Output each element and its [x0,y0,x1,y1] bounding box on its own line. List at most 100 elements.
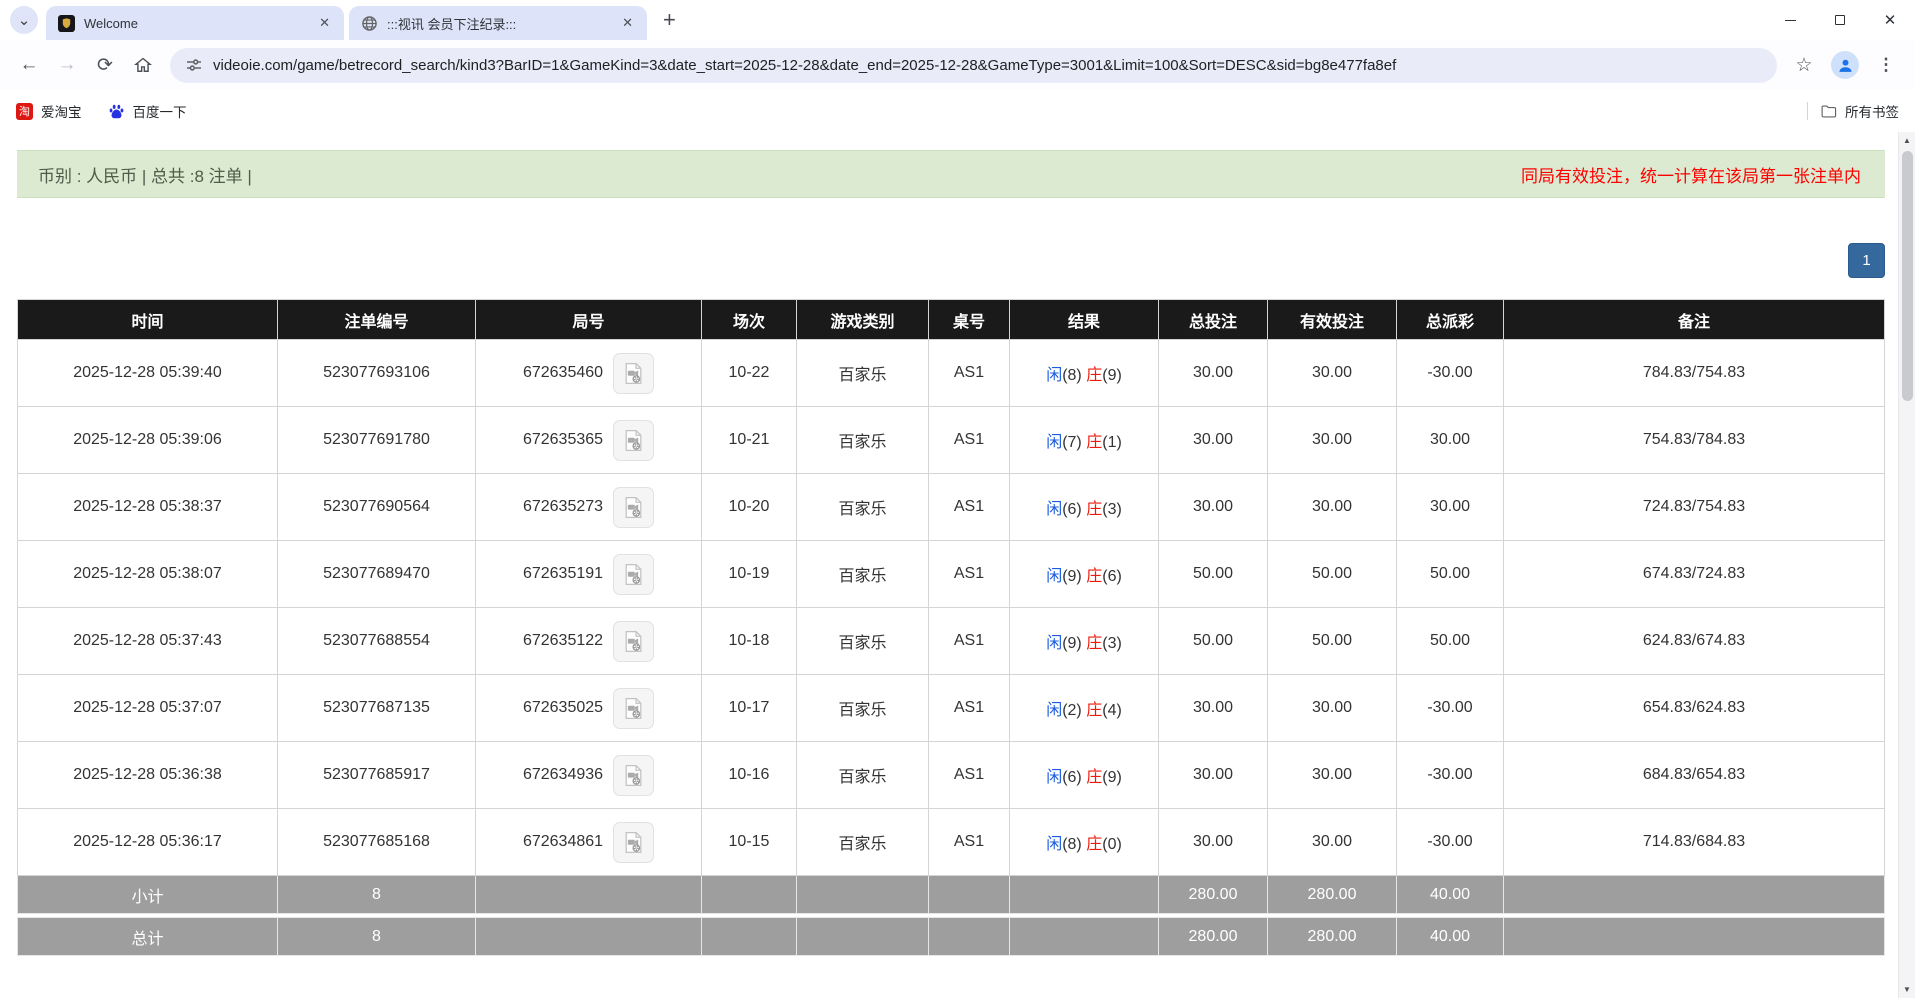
table-row: 2025-12-28 05:36:38523077685917672634936… [18,742,1885,809]
cell-payout: 50.00 [1397,541,1504,608]
column-header-total-bet: 总投注 [1159,300,1268,340]
minimize-icon [1785,20,1796,21]
notice-text: 同局有效投注，统一计算在该局第一张注单内 [1521,162,1861,187]
menu-icon[interactable]: ⋮ [1867,46,1905,84]
cell-table-no: AS1 [929,474,1010,541]
cell-remark: 714.83/684.83 [1504,809,1885,876]
cell-session: 10-19 [702,541,797,608]
cell-time: 2025-12-28 05:37:43 [18,608,278,675]
cell-game-type: 百家乐 [797,809,929,876]
table-body: 2025-12-28 05:39:40523077693106672635460… [18,340,1885,876]
bookmark-star-icon[interactable]: ☆ [1785,46,1823,84]
reload-button[interactable]: ⟳ [86,46,124,84]
cell-result: 闲(6) 庄(3) [1010,474,1159,541]
result-banker-label: 庄 [1086,501,1102,518]
cell-empty [1010,876,1159,914]
cell-empty [476,876,702,914]
bookmark-baidu[interactable]: 百度一下 [108,101,187,121]
subtotal-count: 8 [278,876,476,914]
result-player-label: 闲 [1046,702,1062,719]
video-replay-button[interactable] [613,487,654,528]
video-replay-button[interactable] [613,353,654,394]
forward-button[interactable]: → [48,46,86,84]
close-button[interactable]: ✕ [1865,0,1915,40]
video-replay-button[interactable] [613,554,654,595]
cell-result: 闲(2) 庄(4) [1010,675,1159,742]
page-content: 币别 : 人民币 | 总共 :8 注单 | 同局有效投注，统一计算在该局第一张注… [0,132,1915,998]
page-1-button[interactable]: 1 [1848,243,1885,278]
new-tab-button[interactable]: + [663,9,676,31]
cell-empty [929,918,1010,956]
cell-result: 闲(9) 庄(3) [1010,608,1159,675]
cell-round-id: 672635122 [476,608,702,675]
tab-search-button[interactable]: ⌄ [10,6,38,34]
tab-betrecord[interactable]: :::视讯 会员下注纪录::: ✕ [349,6,647,40]
table-row: 2025-12-28 05:37:07523077687135672635025… [18,675,1885,742]
cell-remark: 654.83/624.83 [1504,675,1885,742]
cell-payout: -30.00 [1397,742,1504,809]
home-button[interactable] [124,46,162,84]
cell-valid-bet: 30.00 [1268,742,1397,809]
cell-time: 2025-12-28 05:36:38 [18,742,278,809]
cell-session: 10-17 [702,675,797,742]
tab-welcome[interactable]: Welcome ✕ [46,6,344,40]
cell-payout: 30.00 [1397,474,1504,541]
cell-round-id: 672635025 [476,675,702,742]
cell-table-no: AS1 [929,809,1010,876]
profile-avatar[interactable] [1831,51,1859,79]
result-banker-score: (3) [1102,501,1122,518]
cell-payout: 50.00 [1397,608,1504,675]
column-header-bet-id: 注单编号 [278,300,476,340]
cell-round-id: 672635365 [476,407,702,474]
result-player-score: (2) [1062,702,1082,719]
column-header-valid-bet: 有效投注 [1268,300,1397,340]
table-row: 2025-12-28 05:37:43523077688554672635122… [18,608,1885,675]
result-banker-score: (0) [1102,836,1122,853]
welcome-favicon-icon [58,15,75,32]
back-button[interactable]: ← [10,46,48,84]
tab-close-icon[interactable]: ✕ [315,15,334,31]
cell-table-no: AS1 [929,742,1010,809]
table-row: 2025-12-28 05:38:37523077690564672635273… [18,474,1885,541]
chevron-down-icon: ⌄ [18,11,31,29]
column-header-session: 场次 [702,300,797,340]
url-text[interactable]: videoie.com/game/betrecord_search/kind3?… [213,57,1761,74]
scroll-up-arrow[interactable]: ▲ [1899,132,1915,149]
video-replay-button[interactable] [613,621,654,662]
cell-valid-bet: 30.00 [1268,340,1397,407]
all-bookmarks-button[interactable]: 所有书签 [1820,101,1899,121]
tab-close-icon[interactable]: ✕ [618,15,637,31]
video-replay-button[interactable] [613,688,654,729]
video-replay-button[interactable] [613,420,654,461]
bookmarks-bar: 淘 爱淘宝 百度一下 所有书签 [0,90,1915,132]
round-id-text: 672634936 [523,766,603,783]
video-replay-button[interactable] [613,755,654,796]
address-bar[interactable]: videoie.com/game/betrecord_search/kind3?… [170,48,1777,83]
cell-game-type: 百家乐 [797,340,929,407]
result-banker-score: (3) [1102,635,1122,652]
result-player-score: (8) [1062,367,1082,384]
round-id-text: 672635365 [523,431,603,448]
divider [1807,102,1808,120]
scroll-down-arrow[interactable]: ▼ [1899,981,1915,998]
bookmark-taobao[interactable]: 淘 爱淘宝 [16,101,82,121]
cell-total-bet: 50.00 [1159,608,1268,675]
scrollbar-thumb[interactable] [1902,151,1913,401]
cell-total-bet: 30.00 [1159,407,1268,474]
round-id-text: 672634861 [523,833,603,850]
video-replay-button[interactable] [613,822,654,863]
cell-round-id: 672634861 [476,809,702,876]
cell-remark: 684.83/654.83 [1504,742,1885,809]
result-banker-score: (4) [1102,702,1122,719]
table-row: 2025-12-28 05:39:40523077693106672635460… [18,340,1885,407]
scrollbar[interactable]: ▲ ▼ [1898,132,1915,998]
site-info-icon[interactable] [186,57,202,73]
minimize-button[interactable] [1765,0,1815,40]
cell-total-bet: 30.00 [1159,742,1268,809]
cell-remark: 784.83/754.83 [1504,340,1885,407]
cell-result: 闲(8) 庄(0) [1010,809,1159,876]
cell-time: 2025-12-28 05:38:37 [18,474,278,541]
maximize-button[interactable] [1815,0,1865,40]
result-player-label: 闲 [1046,568,1062,585]
cell-total-bet: 30.00 [1159,675,1268,742]
